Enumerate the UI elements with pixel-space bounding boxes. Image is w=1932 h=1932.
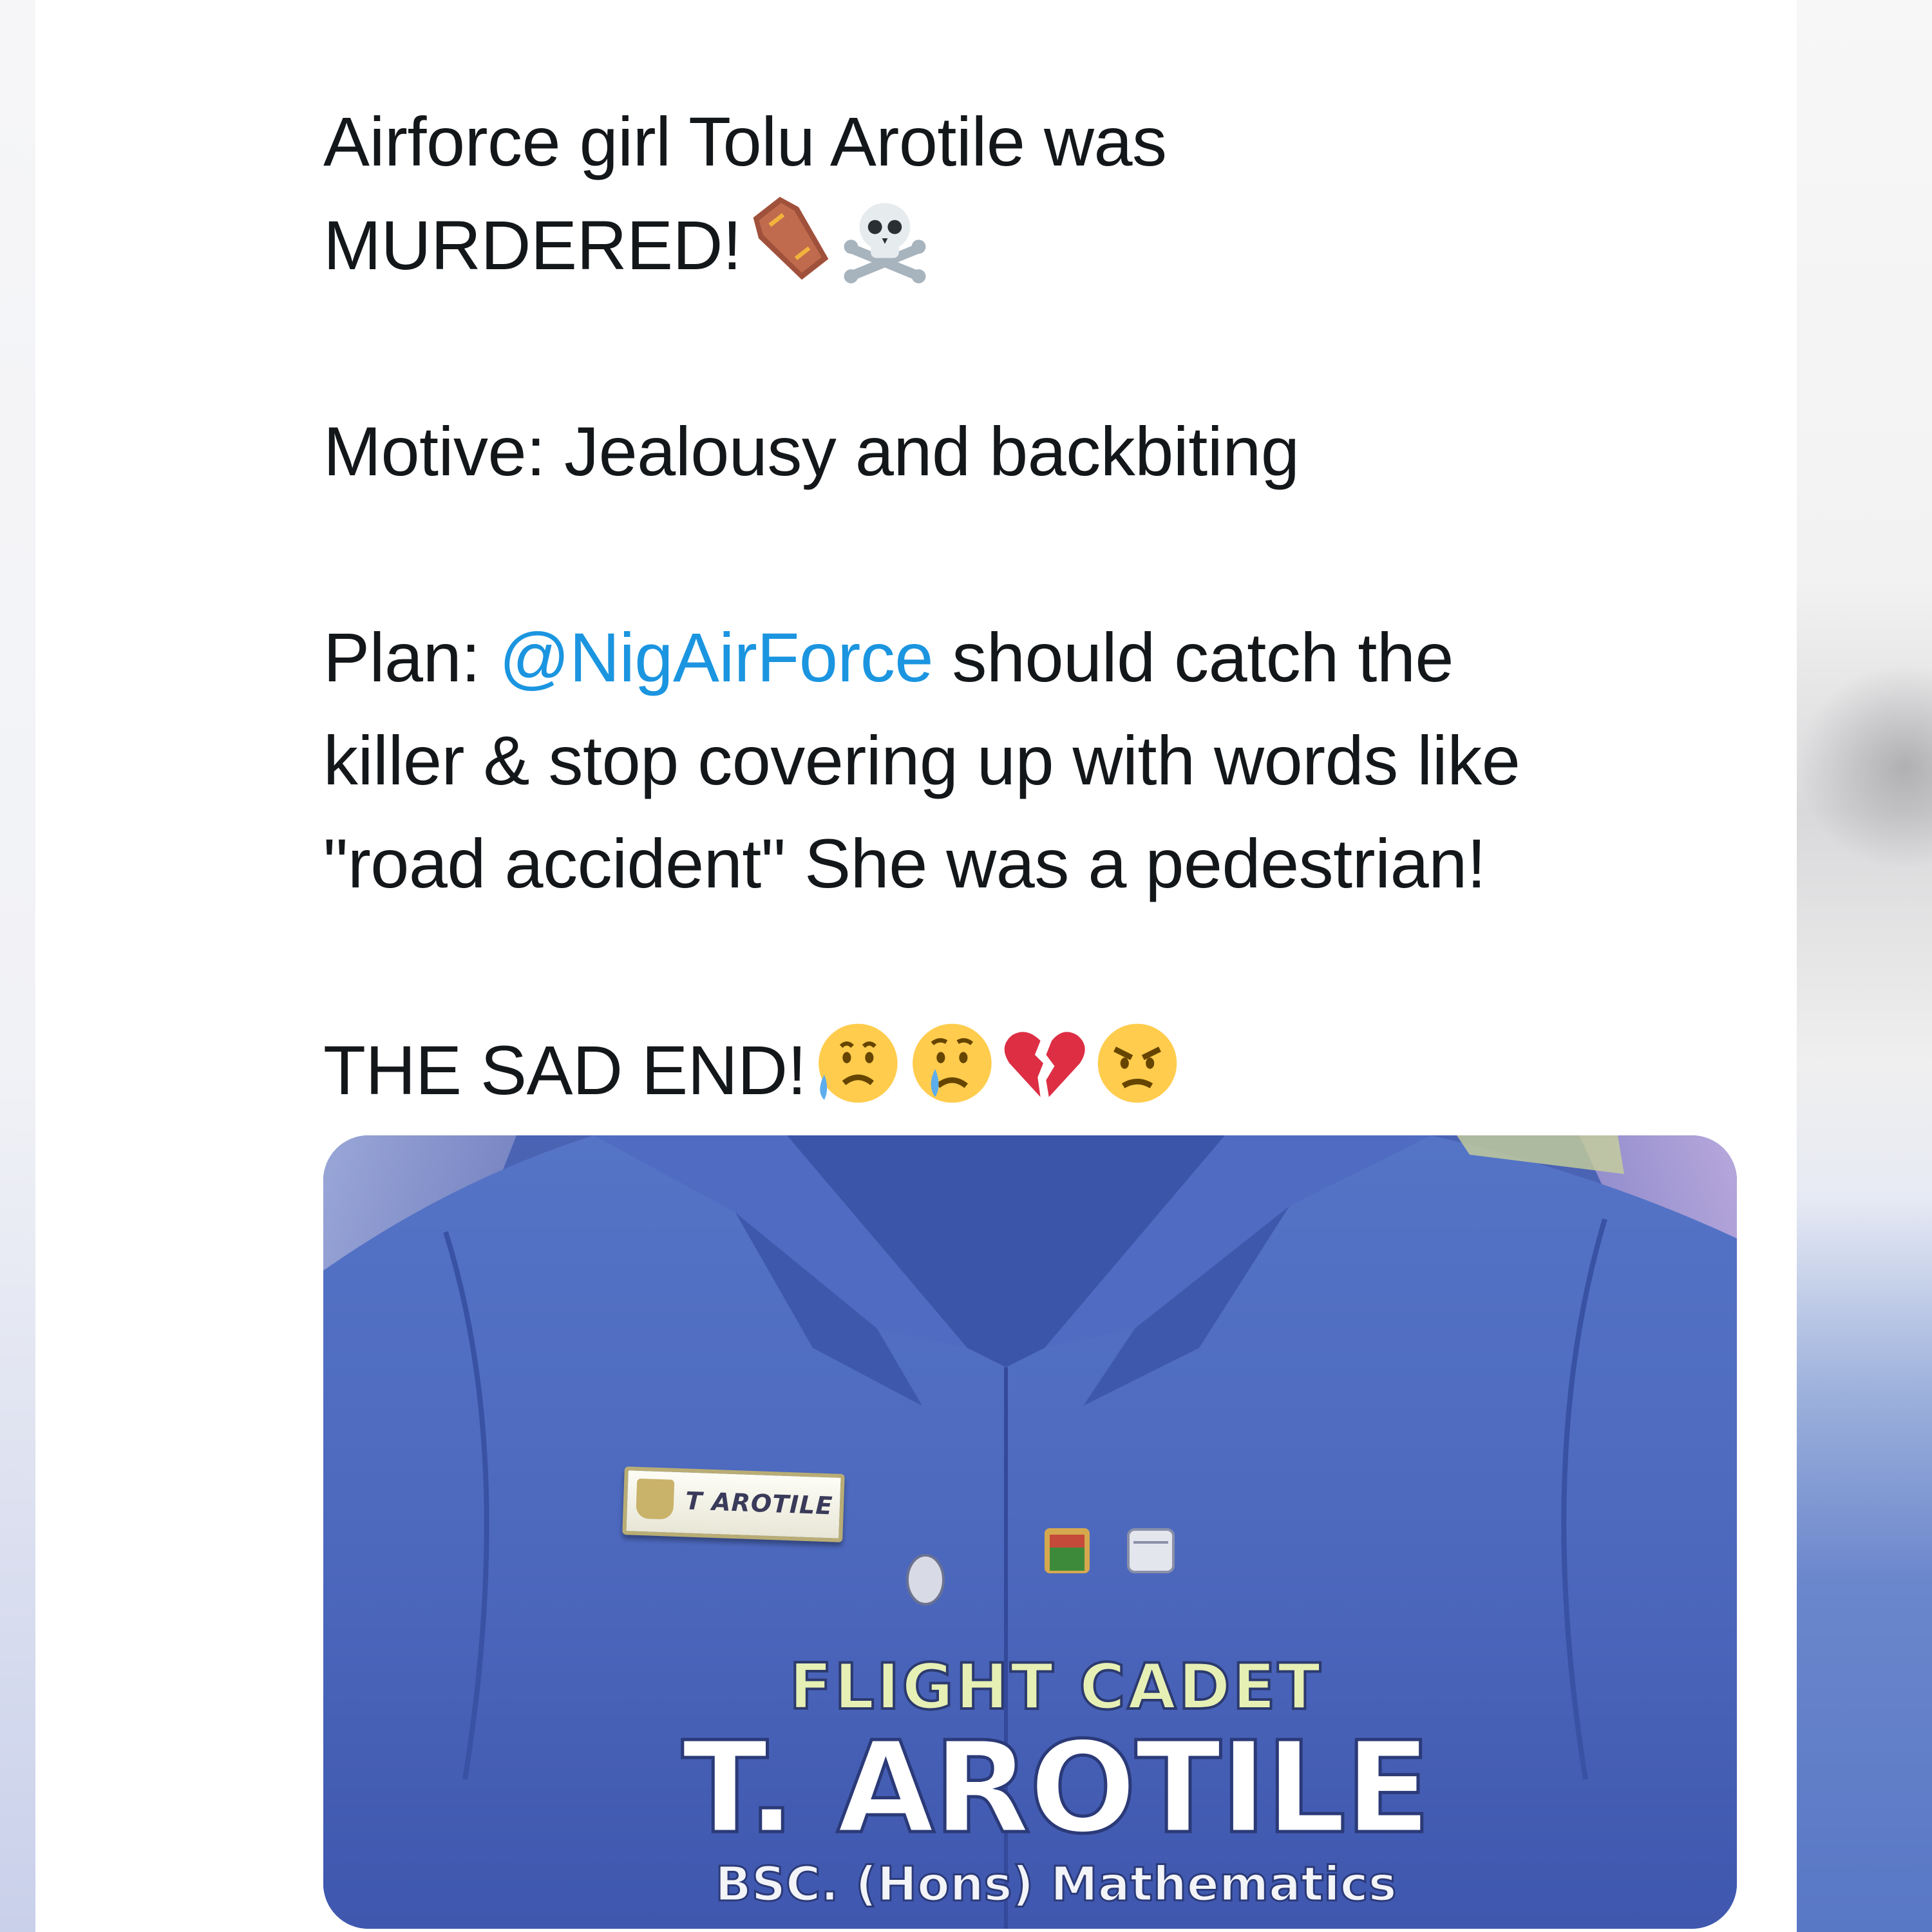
skull-and-crossbones-emoji <box>840 193 930 283</box>
tweet-text-line1: Airforce girl Tolu Arotile was <box>323 102 1167 180</box>
caption-degree: BSC. (Hons) Mathematics <box>714 1856 1397 1913</box>
tweet-line: MURDERED! <box>323 193 1766 297</box>
angry-face-emoji <box>1092 1018 1182 1108</box>
tweet-line: Motive: Jealousy and backbiting <box>323 400 1766 503</box>
tweet-media-image[interactable]: T AROTILE FLIGHT CADET T. AROTILE BSC. (… <box>323 1135 1737 1929</box>
tweet-line: killer & stop covering up with words lik… <box>323 709 1766 812</box>
blurred-background-left <box>0 0 35 1932</box>
tweet-text-plan-line2: killer & stop covering up with words lik… <box>323 721 1520 799</box>
tweet-line: Airforce girl Tolu Arotile was <box>323 90 1766 193</box>
coffin-emoji <box>746 193 836 283</box>
blurred-background-right <box>1797 0 1932 1932</box>
tweet-text-plan-line3: "road accident" She was a pedestrian! <box>323 824 1486 902</box>
tweet-line: THE SAD END! <box>323 1018 1766 1122</box>
crying-face-emoji <box>904 1018 994 1108</box>
caption-name: T. AROTILE <box>680 1714 1432 1864</box>
tweet-card: Airforce girl Tolu Arotile was MURDERED! <box>35 0 1797 1932</box>
screenshot-stage: Airforce girl Tolu Arotile was MURDERED! <box>0 0 1932 1932</box>
sad-but-relieved-face-emoji <box>810 1018 900 1108</box>
caption-rank: FLIGHT CADET <box>788 1649 1323 1725</box>
crest-icon <box>636 1478 675 1520</box>
name-tag-badge: T AROTILE <box>622 1466 845 1542</box>
tweet-text-motive: Motive: Jealousy and backbiting <box>323 412 1300 490</box>
name-tag-text: T AROTILE <box>685 1486 834 1520</box>
tweet-text-plan-rest: should catch the <box>933 618 1454 696</box>
tweet-text-plan-prefix: Plan: <box>323 618 500 696</box>
tweet-line: "road accident" She was a pedestrian! <box>323 812 1766 915</box>
tweet-line: Plan: @NigAirForce should catch the <box>323 606 1766 709</box>
mention-link-nigairforce[interactable]: @NigAirForce <box>499 618 933 696</box>
tweet-text-line2: MURDERED! <box>323 206 742 284</box>
broken-heart-emoji <box>998 1018 1088 1108</box>
tweet-text-ending: THE SAD END! <box>323 1031 807 1109</box>
tweet-body: Airforce girl Tolu Arotile was MURDERED! <box>323 90 1766 1122</box>
